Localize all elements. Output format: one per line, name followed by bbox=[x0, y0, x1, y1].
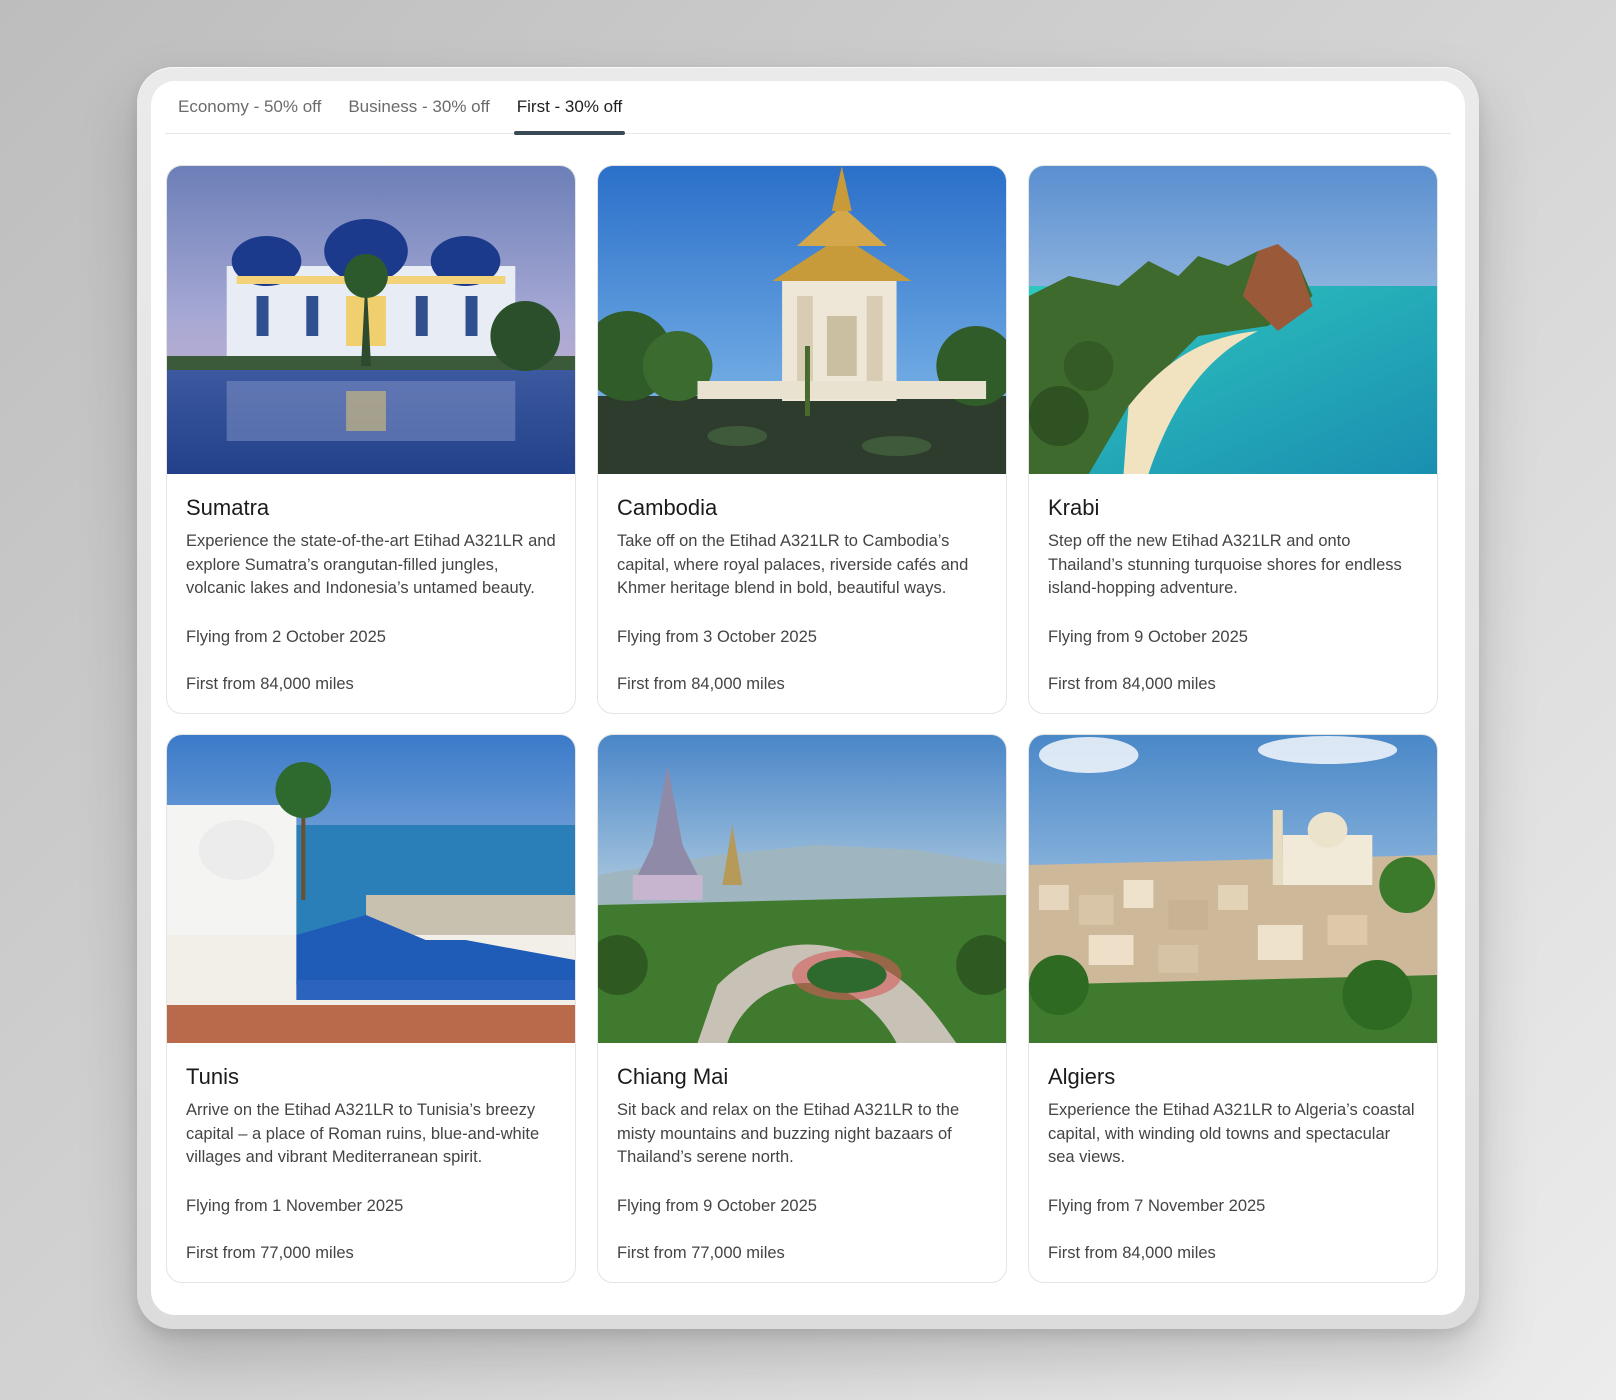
card-title: Algiers bbox=[1048, 1064, 1116, 1089]
tunis-harbour-photo bbox=[167, 735, 575, 1043]
chiang-mai-pagoda-photo bbox=[598, 735, 1006, 1043]
card-flying-date: Flying from 1 November 2025 bbox=[186, 1197, 404, 1215]
card-flying-date: Flying from 7 November 2025 bbox=[1048, 1197, 1266, 1215]
card-price: First from 84,000 miles bbox=[186, 675, 354, 693]
card-flying-date: Flying from 2 October 2025 bbox=[186, 628, 386, 646]
sumatra-mosque-photo bbox=[167, 166, 575, 474]
card-description: Take off on the Etihad A321LR to Cambodi… bbox=[617, 532, 969, 597]
destination-card-chiang-mai[interactable]: Chiang Mai Sit back and relax on the Eti… bbox=[597, 734, 1007, 1283]
tab-business[interactable]: Business - 30% off bbox=[335, 81, 502, 133]
card-flying-date: Flying from 9 October 2025 bbox=[617, 1197, 817, 1215]
tab-first[interactable]: First - 30% off bbox=[504, 81, 636, 135]
device-frame: Economy - 50% off Business - 30% off Fir… bbox=[137, 67, 1479, 1329]
card-flying-date: Flying from 3 October 2025 bbox=[617, 628, 817, 646]
algiers-city-photo bbox=[1029, 735, 1437, 1043]
card-title: Cambodia bbox=[617, 495, 718, 520]
card-title: Sumatra bbox=[186, 495, 270, 520]
card-price: First from 77,000 miles bbox=[186, 1244, 354, 1262]
card-title: Chiang Mai bbox=[617, 1064, 729, 1089]
destination-card-tunis[interactable]: Tunis Arrive on the Etihad A321LR to Tun… bbox=[166, 734, 576, 1283]
card-price: First from 84,000 miles bbox=[1048, 1244, 1216, 1262]
tab-economy[interactable]: Economy - 50% off bbox=[165, 81, 334, 133]
card-description: Arrive on the Etihad A321LR to Tunisia’s… bbox=[186, 1101, 540, 1166]
screen: Economy - 50% off Business - 30% off Fir… bbox=[151, 81, 1465, 1315]
destination-card-krabi[interactable]: Krabi Step off the new Etihad A321LR and… bbox=[1028, 165, 1438, 714]
card-description: Sit back and relax on the Etihad A321LR … bbox=[617, 1101, 960, 1166]
card-price: First from 84,000 miles bbox=[617, 675, 785, 693]
cambodia-pagoda-photo bbox=[598, 166, 1006, 474]
destination-card-sumatra[interactable]: Sumatra Experience the state-of-the-art … bbox=[166, 165, 576, 714]
destination-card-cambodia[interactable]: Cambodia Take off on the Etihad A321LR t… bbox=[597, 165, 1007, 714]
card-title: Krabi bbox=[1048, 495, 1100, 520]
krabi-beach-photo bbox=[1029, 166, 1437, 474]
card-title: Tunis bbox=[186, 1064, 239, 1089]
card-description: Experience the Etihad A321LR to Algeria’… bbox=[1048, 1101, 1415, 1166]
destination-card-algiers[interactable]: Algiers Experience the Etihad A321LR to … bbox=[1028, 734, 1438, 1283]
card-description: Step off the new Etihad A321LR and onto … bbox=[1048, 532, 1402, 597]
cabin-tabs: Economy - 50% off Business - 30% off Fir… bbox=[165, 81, 1451, 135]
card-description: Experience the state-of-the-art Etihad A… bbox=[186, 532, 556, 597]
card-price: First from 84,000 miles bbox=[1048, 675, 1216, 693]
destination-grid: Sumatra Experience the state-of-the-art … bbox=[166, 165, 1445, 1283]
card-flying-date: Flying from 9 October 2025 bbox=[1048, 628, 1248, 646]
card-price: First from 77,000 miles bbox=[617, 1244, 785, 1262]
